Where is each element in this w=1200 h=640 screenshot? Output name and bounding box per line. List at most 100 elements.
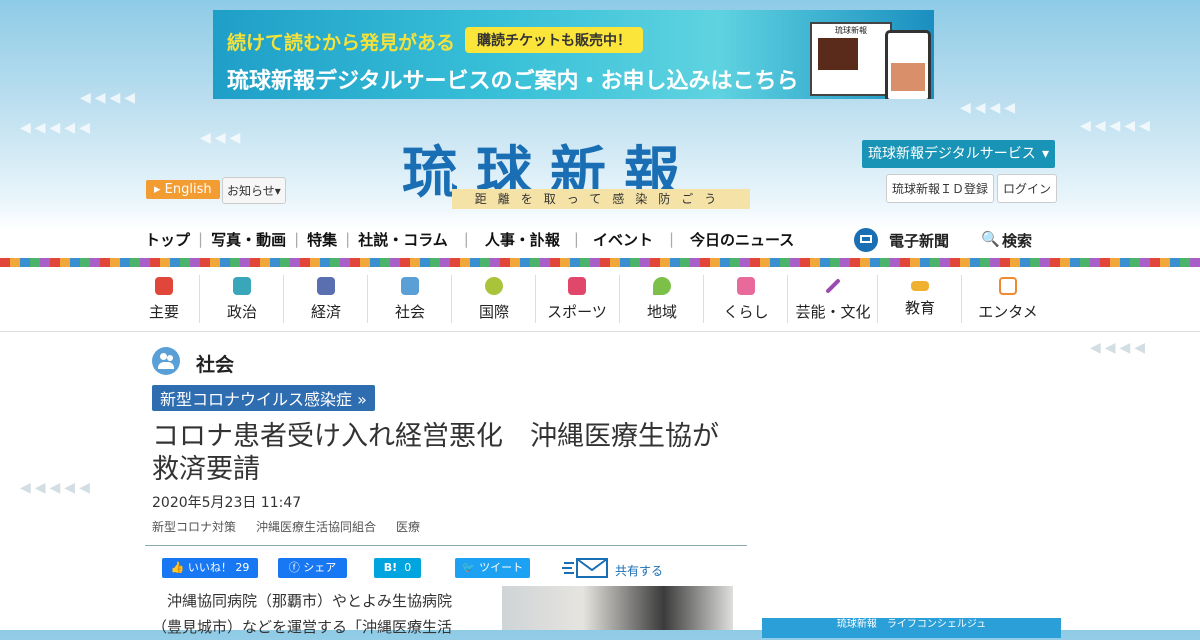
notice-dropdown[interactable]: お知らせ▾ — [222, 177, 286, 204]
nav-search[interactable]: 検索 — [1002, 230, 1032, 251]
category-economy[interactable]: 経済 — [304, 267, 348, 331]
section-title: 社会 — [196, 354, 235, 376]
nav-separator: | — [668, 230, 675, 248]
decorative-pattern-strip — [0, 258, 1200, 267]
tag-link[interactable]: 新型コロナ対策 — [152, 518, 236, 535]
tag-link[interactable]: 医療 — [396, 518, 420, 535]
facebook-like-button[interactable]: 👍 いいね！ 29 — [162, 558, 258, 578]
category-label: 社会 — [394, 302, 425, 321]
banner-tagline: 続けて読むから発見がある — [227, 32, 456, 54]
fish-decoration: ◀◀◀◀◀ — [20, 120, 94, 136]
house-icon — [737, 276, 755, 295]
notice-label: お知らせ — [227, 184, 275, 198]
category-label: 政治 — [226, 302, 257, 321]
facebook-share-button[interactable]: ⓕ シェア — [278, 558, 347, 578]
category-sports[interactable]: スポーツ — [544, 267, 610, 331]
category-label: スポーツ — [547, 302, 607, 321]
category-politics[interactable]: 政治 — [220, 267, 264, 331]
search-icon[interactable]: 🔍 — [981, 230, 1000, 248]
caret-down-icon: ▾ — [1041, 146, 1049, 162]
nav-features[interactable]: 特集 — [307, 229, 337, 250]
article-date: 2020年5月23日 11:47 — [152, 495, 302, 511]
banner-ticket-badge: 購読チケットも販売中！ — [465, 27, 643, 53]
parliament-icon — [233, 276, 251, 295]
category-main[interactable]: 主要 — [145, 267, 183, 331]
category-living[interactable]: くらし — [720, 267, 772, 331]
article-tags: 新型コロナ対策 沖縄医療生活協同組合 医療 — [152, 518, 420, 535]
digital-service-dropdown[interactable]: 琉球新報デジタルサービス ▾ — [862, 140, 1055, 168]
chart-icon — [317, 276, 335, 295]
nav-photo-video[interactable]: 写真・動画 — [211, 229, 286, 250]
tweet-button[interactable]: 🐦 ツイート — [455, 558, 530, 578]
category-label: 経済 — [310, 302, 341, 321]
article-body: 沖縄協同病院（那覇市）やとよみ生協病院（豊見城市）などを運営する「沖縄医療生活 — [152, 592, 453, 636]
category-nav: 主要 政治 経済 社会 国際 スポーツ 地域 くらし 芸能・文化 教育 エンタメ — [0, 267, 1200, 332]
nav-digital-paper[interactable]: 電子新聞 — [889, 230, 949, 251]
topic-tag-button[interactable]: 新型コロナウイルス感染症 » — [152, 385, 375, 411]
banner-headline: 琉球新報デジタルサービスのご案内・お申し込みはこちら — [227, 69, 799, 94]
nav-separator: | — [573, 230, 579, 248]
category-label: エンタメ — [978, 302, 1038, 321]
category-society[interactable]: 社会 — [388, 267, 432, 331]
share-link[interactable]: 共有する — [615, 562, 663, 579]
category-arts-culture[interactable]: 芸能・文化 — [792, 267, 874, 331]
category-label: 芸能・文化 — [795, 302, 871, 321]
nav-separator: | — [345, 230, 351, 248]
login-button[interactable]: ログイン — [997, 174, 1058, 203]
hatena-count: 0 — [404, 561, 412, 574]
slogan: 距離を取って感染防ごう — [452, 189, 750, 209]
sidebar-ad[interactable]: 琉球新報 ライフコンシェルジュ — [762, 618, 1061, 638]
main-nav: トップ | 写真・動画 | 特集 | 社説・コラム | 人事・訃報 | イベント | 今日の… — [145, 226, 794, 252]
monitor-illustration: 琉球新報 — [810, 22, 892, 96]
digital-service-label: 琉球新報デジタルサービス — [868, 146, 1036, 162]
divider — [145, 545, 747, 546]
nav-separator: | — [294, 230, 300, 248]
category-entertainment[interactable]: エンタメ — [975, 267, 1041, 331]
fish-decoration: ◀◀◀◀ — [960, 100, 1020, 116]
fish-decoration: ◀◀◀ — [200, 130, 245, 146]
sanshin-icon — [825, 277, 841, 294]
english-button[interactable]: ▸ English — [146, 180, 220, 199]
category-international[interactable]: 国際 — [472, 267, 516, 331]
id-register-button[interactable]: 琉球新報ＩＤ登録 — [886, 174, 995, 203]
pin-icon — [653, 276, 671, 295]
category-label: 教育 — [904, 298, 935, 317]
mail-icon[interactable] — [562, 557, 610, 579]
nav-separator: | — [463, 230, 469, 248]
fish-decoration: ◀◀◀◀ — [80, 90, 140, 106]
phone-illustration — [885, 30, 931, 99]
monitor-icon[interactable] — [854, 228, 878, 252]
people-icon — [152, 347, 180, 375]
category-label: 地域 — [646, 302, 677, 321]
fish-decoration: ◀◀◀◀◀ — [1080, 118, 1154, 134]
article-headline: コロナ患者受け入れ経営悪化 沖縄医療生協が救済要請 — [152, 421, 719, 485]
category-regional[interactable]: 地域 — [640, 267, 684, 331]
hatena-bookmark-button[interactable]: B! 0 — [374, 558, 421, 578]
like-count: 29 — [235, 561, 250, 574]
runner-icon — [568, 276, 586, 295]
share-label: シェア — [303, 561, 337, 574]
nav-editorials[interactable]: 社説・コラム — [358, 229, 448, 250]
category-label: くらし — [723, 302, 769, 321]
fish-decoration: ◀◀◀◀ — [1090, 340, 1150, 356]
thumbs-up-icon: 👍 — [170, 561, 185, 574]
twitter-bird-icon: 🐦 — [461, 561, 476, 574]
digital-service-banner[interactable]: 続けて読むから発見がある 購読チケットも販売中！ 琉球新報デジタルサービスのご案… — [213, 10, 934, 99]
tag-link[interactable]: 沖縄医療生活協同組合 — [256, 518, 376, 535]
caret-down-icon: ▾ — [274, 184, 281, 198]
nav-top[interactable]: トップ — [145, 229, 190, 250]
monitor-logo: 琉球新報 — [835, 26, 867, 35]
hatena-label: B! — [383, 561, 398, 574]
category-education[interactable]: 教育 — [898, 267, 942, 331]
graduation-cap-icon — [911, 280, 929, 291]
category-label: 国際 — [478, 302, 509, 321]
flag-icon — [155, 276, 173, 295]
category-label: 主要 — [148, 302, 179, 321]
people-icon — [401, 276, 419, 295]
nav-events[interactable]: イベント — [593, 229, 653, 250]
article-photo — [502, 586, 733, 630]
nav-todays-news[interactable]: 今日のニュース — [690, 229, 794, 250]
nav-personnel[interactable]: 人事・訃報 — [485, 229, 560, 250]
tweet-label: ツイート — [479, 561, 524, 574]
fish-decoration: ◀◀◀◀◀ — [20, 480, 94, 496]
